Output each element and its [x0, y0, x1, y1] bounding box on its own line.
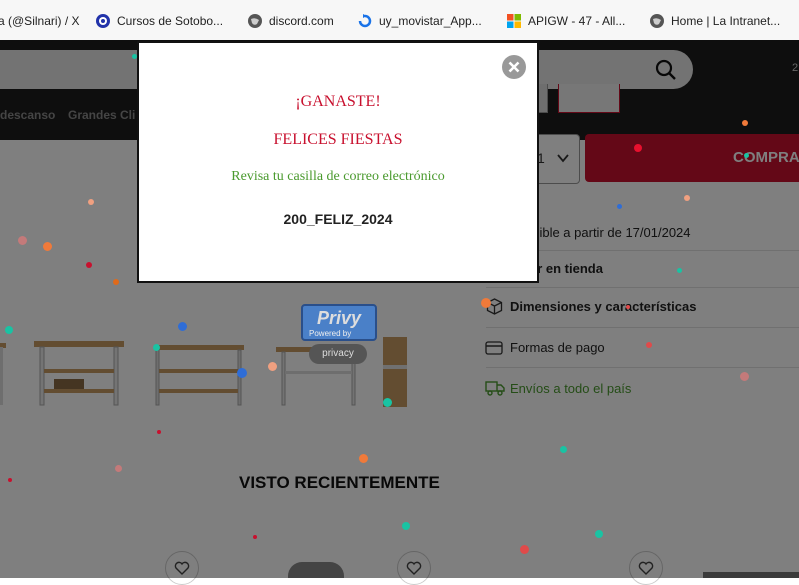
modal-headline: ¡GANASTE! [295, 93, 381, 110]
bookmark-label: a (@Silnari) / X [0, 14, 80, 28]
bookmark-intranet[interactable]: Home | La Intranet... [650, 12, 780, 30]
globe-icon [248, 14, 262, 28]
bookmark-cursos[interactable]: Cursos de Sotobo... [96, 12, 223, 30]
modal-subheadline: FELICES FIESTAS [273, 131, 403, 148]
modal-message: Revisa tu casilla de correo electrónico [231, 169, 445, 184]
refresh-icon [358, 14, 372, 28]
privy-badge[interactable]: Privy Powered by [301, 304, 377, 341]
close-icon [508, 61, 520, 73]
coupon-code[interactable]: 200_FELIZ_2024 [139, 211, 537, 227]
bookmark-label: uy_movistar_App... [379, 14, 482, 28]
privacy-link[interactable]: privacy [309, 344, 367, 364]
bookmark-label: APIGW - 47 - All... [528, 14, 626, 28]
bookmark-label: Cursos de Sotobo... [117, 14, 224, 28]
privy-powered-by: Powered by [309, 329, 352, 338]
globe-icon [650, 14, 664, 28]
windows-icon [507, 14, 521, 28]
privy-logo: Privy [317, 308, 362, 328]
promo-modal: ¡GANASTE! FELICES FIESTAS Revisa tu casi… [137, 41, 539, 283]
bookmark-discord[interactable]: discord.com [248, 12, 334, 30]
bookmark-movistar[interactable]: uy_movistar_App... [358, 12, 482, 30]
bookmark-label: discord.com [269, 14, 334, 28]
bookmarks-bar: a (@Silnari) / X Cursos de Sotobo... dis… [0, 0, 799, 41]
target-icon [96, 14, 110, 28]
close-button[interactable] [502, 55, 526, 79]
bookmark-apigw[interactable]: APIGW - 47 - All... [507, 12, 625, 30]
bookmark-label: Home | La Intranet... [671, 14, 781, 28]
bookmark-x[interactable]: a (@Silnari) / X [0, 12, 80, 30]
